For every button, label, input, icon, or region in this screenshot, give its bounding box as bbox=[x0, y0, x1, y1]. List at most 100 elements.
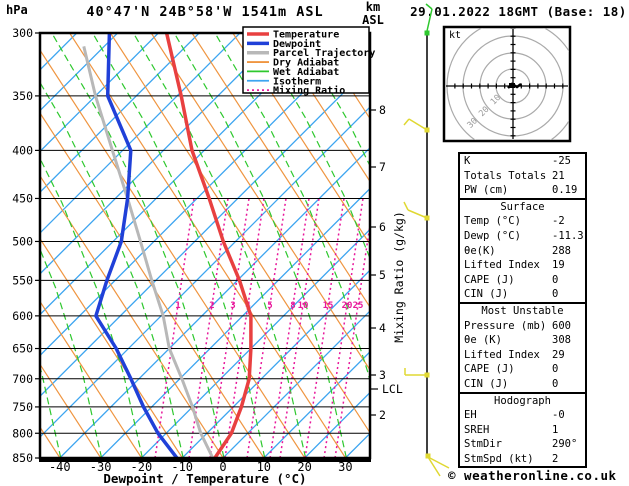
table-row-label: Lifted Index bbox=[464, 348, 540, 361]
table-row: Dewp (°C) -11.3 bbox=[460, 229, 585, 244]
table-section: Surface Temp (°C) -2 Dewp (°C) -11.3 θe(K) 288… bbox=[460, 200, 585, 304]
table-row: Lifted Index 29 bbox=[460, 348, 585, 363]
table-row: θe (K) 308 bbox=[460, 333, 585, 348]
svg-text:4: 4 bbox=[379, 321, 386, 335]
legend-label: Mixing Ratio bbox=[273, 85, 345, 97]
table-row-label: CIN (J) bbox=[464, 288, 509, 301]
table-row-label: Lifted Index bbox=[464, 259, 540, 272]
table-row-value: -2 bbox=[552, 215, 565, 228]
table-row-value: 0 bbox=[552, 288, 559, 301]
svg-text:1: 1 bbox=[175, 301, 180, 311]
hodograph: 102030kt bbox=[442, 25, 572, 143]
table-row-label: CAPE (J) bbox=[464, 363, 515, 376]
table-row: CIN (J) 0 bbox=[460, 377, 585, 392]
table-row-label: StmDir bbox=[464, 438, 502, 451]
table-row: Totals Totals 21 bbox=[460, 169, 585, 184]
legend: TemperatureDewpointParcel TrajectoryDry … bbox=[242, 26, 375, 97]
svg-text:7: 7 bbox=[379, 160, 386, 174]
x-axis-label: Dewpoint / Temperature (°C) bbox=[103, 471, 306, 486]
svg-text:8: 8 bbox=[290, 301, 295, 311]
table-row: K -25 bbox=[460, 154, 585, 169]
table-row: CAPE (J) 0 bbox=[460, 362, 585, 377]
table-row: Temp (°C) -2 bbox=[460, 214, 585, 229]
skewt-sounding-app: { "header": { "pressure_unit": "hPa", "t… bbox=[0, 0, 629, 486]
table-row: CIN (J) 0 bbox=[460, 287, 585, 302]
table-row-value: -0 bbox=[552, 409, 565, 422]
table-row-value: -11.3 bbox=[552, 229, 584, 242]
table-row-label: CAPE (J) bbox=[464, 273, 515, 286]
table-row-value: 290° bbox=[552, 438, 578, 451]
table-row-label: Temp (°C) bbox=[464, 215, 521, 228]
wind-barb-staff bbox=[403, 3, 450, 477]
table-row-value: 0 bbox=[552, 363, 559, 376]
svg-text:15: 15 bbox=[323, 301, 334, 311]
mixing-ratio-axis-label: Mixing Ratio (g/kg) bbox=[392, 211, 406, 343]
wind-barb bbox=[424, 30, 430, 36]
svg-text:2: 2 bbox=[379, 408, 386, 422]
table-row: EH -0 bbox=[460, 408, 585, 423]
table-row-label: Dewp (°C) bbox=[464, 229, 521, 242]
svg-text:850: 850 bbox=[12, 451, 33, 465]
table-row-label: StmSpd (kt) bbox=[464, 452, 534, 465]
table-row-value: 29 bbox=[552, 348, 565, 361]
table-section: K -25 Totals Totals 21 PW (cm) 0.19 bbox=[460, 154, 585, 200]
table-row-label: Totals Totals bbox=[464, 169, 547, 182]
table-row-value: 2 bbox=[552, 452, 559, 465]
svg-text:600: 600 bbox=[12, 309, 33, 323]
table-row-value: 0 bbox=[552, 377, 559, 390]
table-row-label: PW (cm) bbox=[464, 184, 509, 197]
table-row-value: -25 bbox=[552, 155, 571, 167]
svg-text:3: 3 bbox=[379, 368, 386, 382]
table-row-label: CIN (J) bbox=[464, 377, 509, 390]
km-tick-labels: 8 7 6 5 4 3 2 bbox=[370, 103, 386, 422]
lcl-label: LCL bbox=[382, 382, 403, 396]
svg-text:5: 5 bbox=[379, 268, 386, 282]
svg-text:450: 450 bbox=[12, 191, 33, 205]
table-row: StmDir 290° bbox=[460, 437, 585, 452]
table-row: Lifted Index 19 bbox=[460, 258, 585, 273]
svg-text:-40: -40 bbox=[49, 460, 71, 474]
svg-text:20: 20 bbox=[342, 301, 353, 311]
table-section-title: Hodograph bbox=[494, 394, 551, 407]
table-row-value: 308 bbox=[552, 334, 571, 347]
table-row-value: 0 bbox=[552, 273, 559, 286]
svg-text:6: 6 bbox=[379, 220, 386, 234]
pressure-tick-labels: 300 350 400 450 500 550 600 650 700 750 800 850 bbox=[12, 26, 40, 465]
table-row-label: K bbox=[464, 155, 471, 167]
table-row-value: 21 bbox=[552, 169, 565, 182]
svg-text:750: 750 bbox=[12, 400, 33, 414]
table-section: Most Unstable Pressure (mb) 600 θe (K) 308 Li… bbox=[460, 304, 585, 394]
svg-text:700: 700 bbox=[12, 372, 33, 386]
table-row-label: EH bbox=[464, 409, 477, 422]
table-row-label: SREH bbox=[464, 423, 490, 436]
table-row-value: 19 bbox=[552, 259, 565, 272]
copyright: © weatheronline.co.uk bbox=[448, 468, 617, 483]
temperature-curve bbox=[165, 34, 253, 457]
svg-text:650: 650 bbox=[12, 342, 33, 356]
table-row: StmSpd (kt) 2 bbox=[460, 452, 585, 467]
table-row: CAPE (J) 0 bbox=[460, 273, 585, 288]
svg-text:3: 3 bbox=[230, 301, 235, 311]
svg-text:800: 800 bbox=[12, 426, 33, 440]
table-row-value: 1 bbox=[552, 423, 559, 436]
table-row-label: θe(K) bbox=[464, 244, 496, 257]
svg-text:8: 8 bbox=[379, 103, 386, 117]
svg-text:2: 2 bbox=[209, 301, 214, 311]
indices-table: K -25 Totals Totals 21 PW (cm) 0.19 Surface Tem… bbox=[458, 152, 587, 469]
table-row: θe(K) 288 bbox=[460, 244, 585, 259]
table-row: PW (cm) 0.19 bbox=[460, 183, 585, 198]
svg-text:300: 300 bbox=[12, 26, 33, 40]
table-section-title: Surface bbox=[500, 200, 545, 213]
table-row: Pressure (mb) 600 bbox=[460, 319, 585, 334]
table-section-title: Most Unstable bbox=[481, 304, 564, 317]
svg-text:550: 550 bbox=[12, 273, 33, 287]
table-row-value: 600 bbox=[552, 319, 571, 332]
table-row-label: θe (K) bbox=[464, 334, 502, 347]
table-row-value: 288 bbox=[552, 244, 571, 257]
table-row: SREH 1 bbox=[460, 423, 585, 438]
svg-text:10: 10 bbox=[298, 301, 309, 311]
svg-text:25: 25 bbox=[353, 301, 364, 311]
table-row-label: Pressure (mb) bbox=[464, 319, 547, 332]
svg-text:30: 30 bbox=[338, 460, 352, 474]
svg-text:500: 500 bbox=[12, 234, 33, 248]
